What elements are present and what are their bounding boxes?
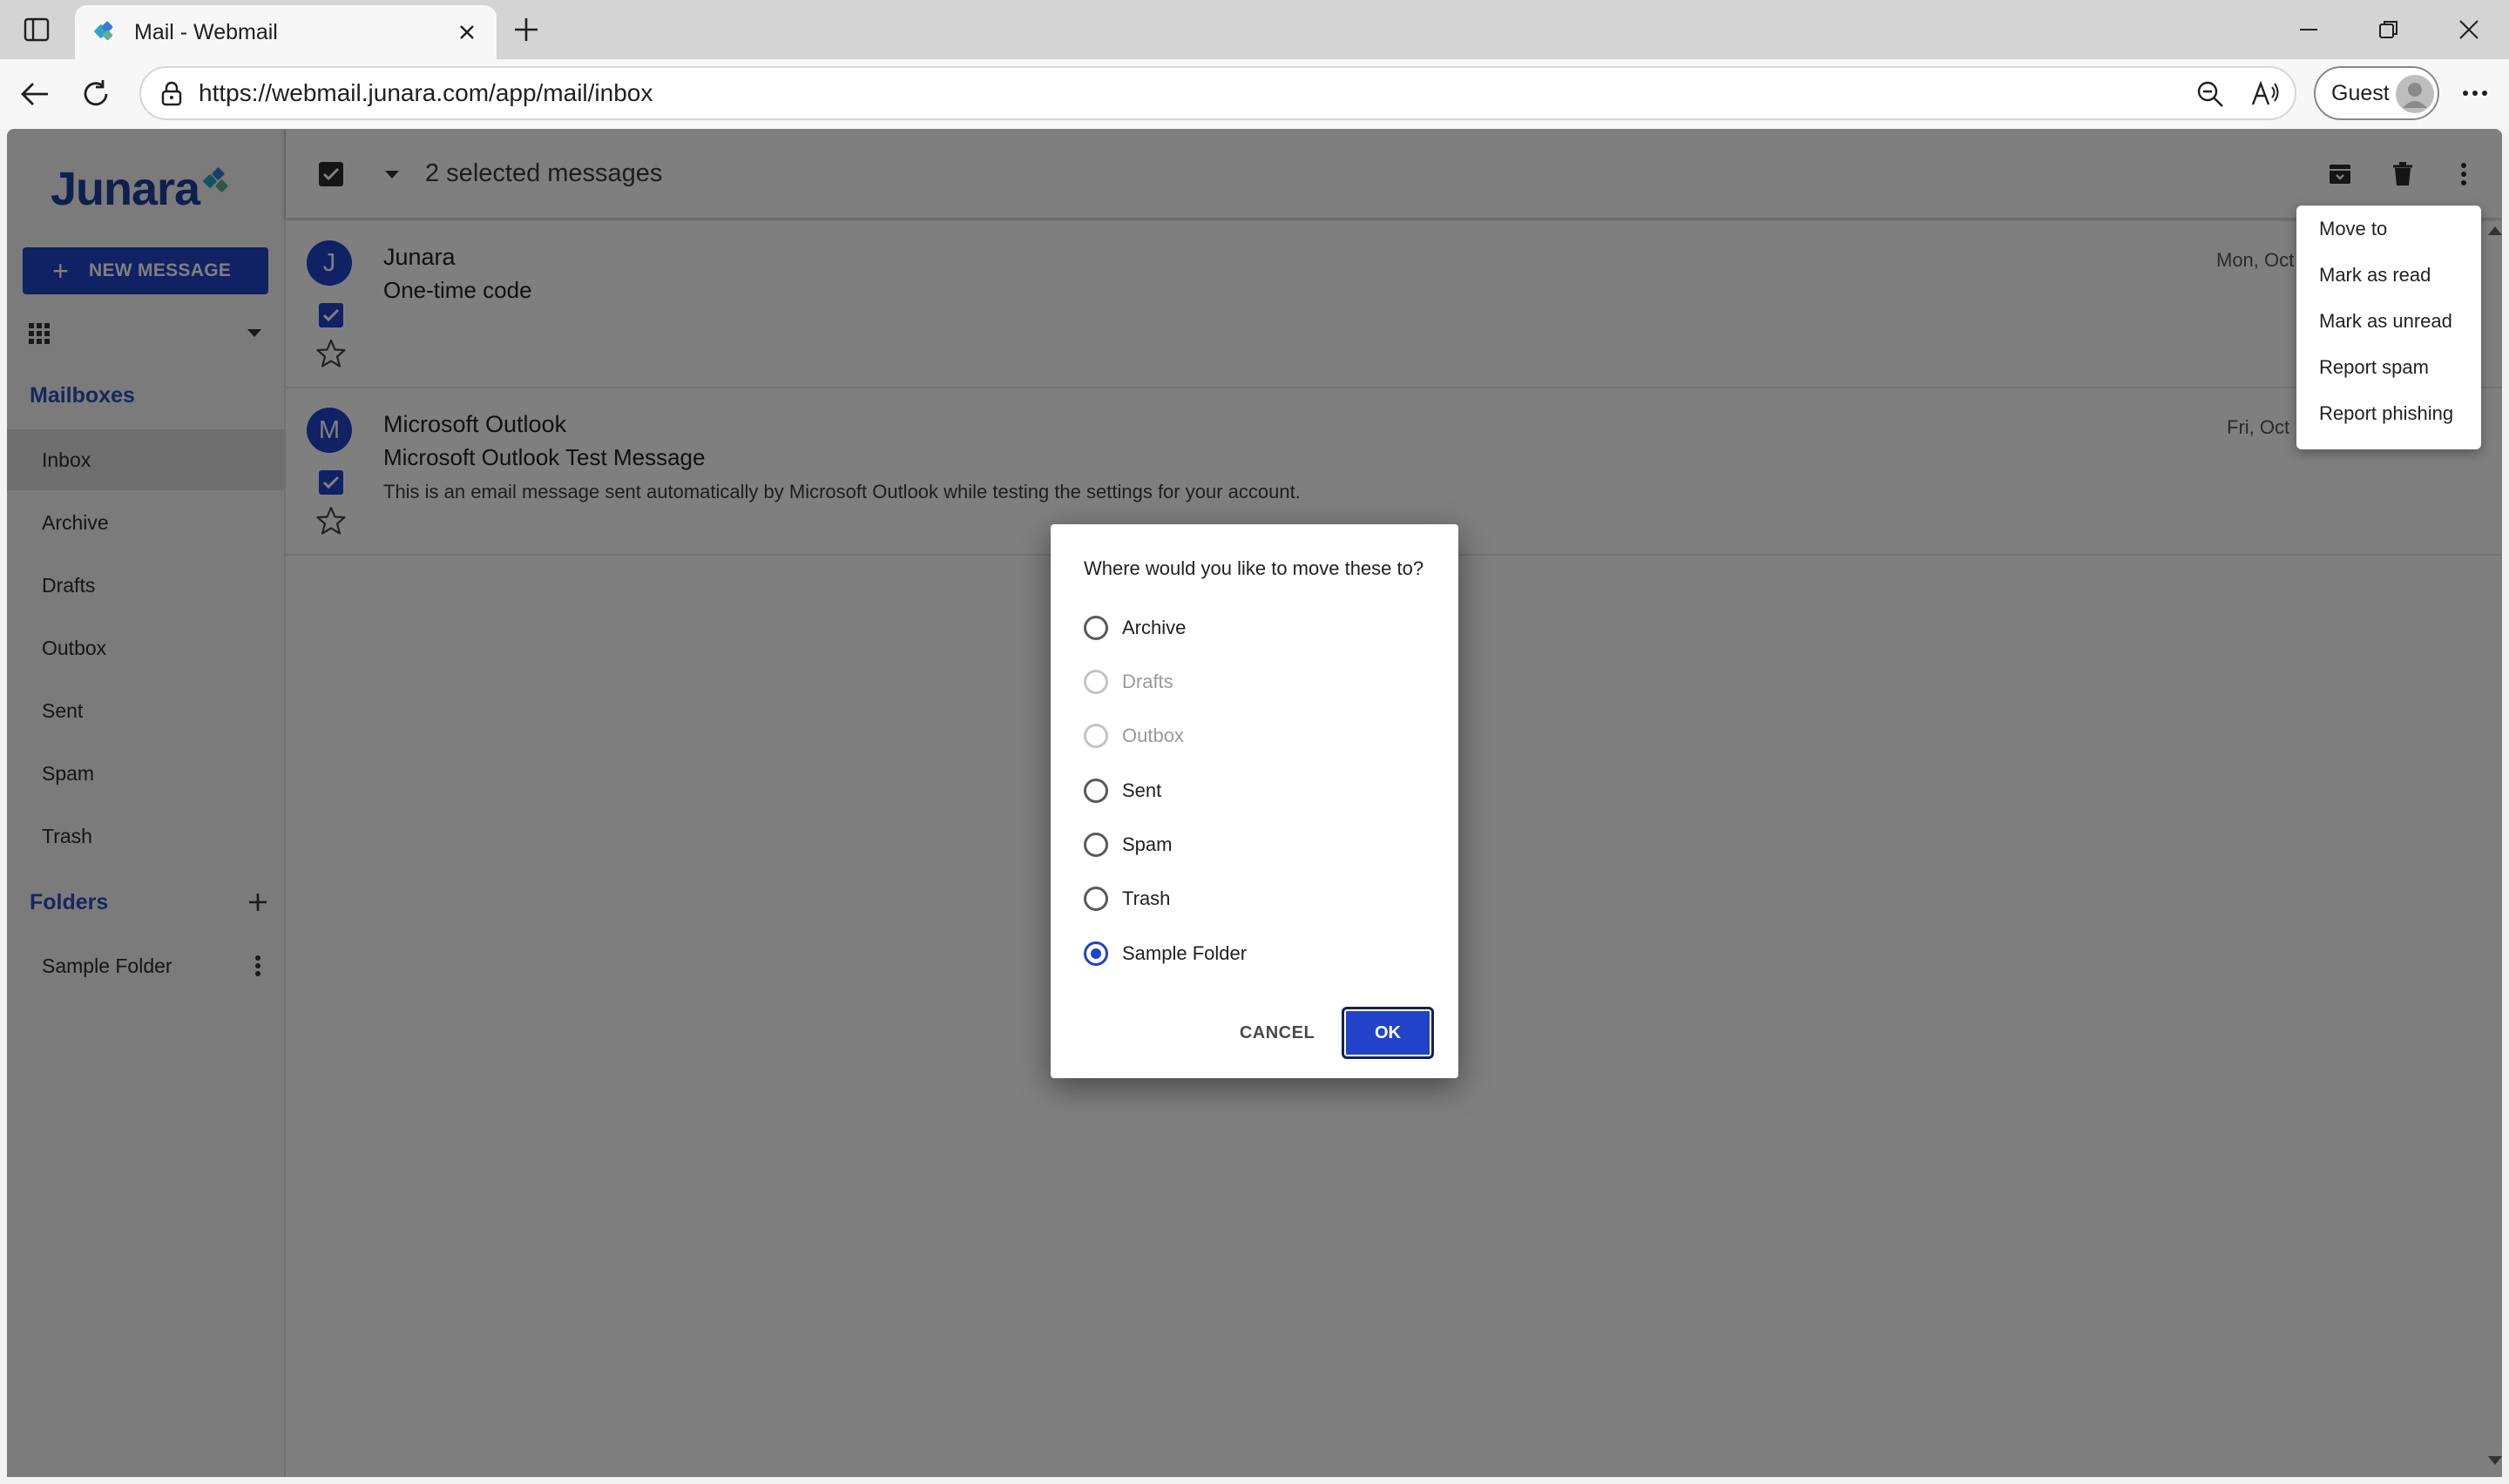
radio-option-sent[interactable]: Sent [1082, 769, 1430, 813]
profile-label: Guest [2331, 81, 2390, 105]
menu-item-label: Move to [2319, 218, 2388, 239]
radio-option-sample-folder[interactable]: Sample Folder [1082, 932, 1430, 975]
radio-circle-icon [1084, 670, 1108, 694]
radio-label: Trash [1122, 887, 1171, 909]
radio-circle-icon [1084, 616, 1108, 640]
address-bar[interactable]: https://webmail.junara.com/app/mail/inbo… [139, 66, 2296, 120]
more-icon [2463, 91, 2487, 96]
browser-tab-bar: Mail - Webmail [0, 0, 2509, 59]
menu-item-label: Report spam [2319, 356, 2429, 378]
zoom-button[interactable] [2194, 78, 2227, 111]
lock-icon [161, 81, 182, 106]
cancel-button[interactable]: CANCEL [1234, 1010, 1321, 1056]
radio-label: Sent [1122, 779, 1162, 801]
minimize-icon [2300, 29, 2317, 30]
radio-label: Sample Folder [1122, 942, 1248, 964]
dialog-prompt: Where would you like to move these to? [1084, 557, 1424, 579]
menu-item-label: Mark as read [2319, 264, 2431, 286]
tab-actions-button[interactable] [19, 12, 54, 47]
radio-label: Spam [1122, 833, 1173, 855]
ok-button[interactable]: OK [1342, 1007, 1434, 1059]
tab-sidebar-icon [24, 17, 50, 42]
more-actions-menu: Move to Mark as read Mark as unread Repo… [2296, 206, 2481, 449]
close-icon [460, 25, 474, 39]
menu-item-label: Report phishing [2319, 402, 2454, 424]
radio-label: Drafts [1122, 671, 1173, 692]
tab-close-button[interactable] [450, 15, 484, 50]
radio-option-trash[interactable]: Trash [1082, 877, 1430, 921]
minimize-button[interactable] [2269, 0, 2349, 59]
radio-option-spam[interactable]: Spam [1082, 823, 1430, 867]
menu-item-mark-as-read[interactable]: Mark as read [2296, 252, 2481, 298]
menu-item-report-spam[interactable]: Report spam [2296, 344, 2481, 390]
new-tab-button[interactable] [507, 10, 545, 49]
radio-label: Archive [1122, 617, 1187, 638]
webmail-page: Junara + NEW MESSAGE Mailboxes Inbox Arc… [7, 129, 2502, 1477]
read-aloud-icon [2251, 80, 2279, 105]
radio-circle-icon [1084, 833, 1108, 857]
reload-icon [84, 80, 108, 106]
radio-option-outbox: Outbox [1082, 714, 1430, 758]
menu-item-move-to[interactable]: Move to [2296, 206, 2481, 252]
user-icon [2403, 83, 2427, 108]
browser-tab-active[interactable]: Mail - Webmail [75, 5, 497, 59]
radio-option-archive[interactable]: Archive [1082, 606, 1430, 650]
profile-avatar [2396, 75, 2434, 113]
radio-circle-icon [1084, 941, 1108, 966]
back-button[interactable] [16, 75, 54, 113]
move-to-dialog: Where would you like to move these to? A… [1051, 524, 1458, 1078]
favicon-icon [94, 21, 113, 41]
zoom-out-icon [2197, 81, 2223, 107]
profile-button[interactable]: Guest [2314, 66, 2439, 120]
restore-button[interactable] [2349, 0, 2429, 59]
radio-circle-icon [1084, 779, 1108, 803]
plus-icon [515, 18, 538, 41]
tab-title: Mail - Webmail [134, 20, 278, 44]
browser-toolbar: https://webmail.junara.com/app/mail/inbo… [0, 59, 2509, 129]
radio-label: Outbox [1122, 725, 1184, 746]
close-window-button[interactable] [2429, 0, 2509, 59]
radio-option-drafts: Drafts [1082, 660, 1430, 704]
browser-menu-button[interactable] [2455, 73, 2495, 113]
menu-item-mark-as-unread[interactable]: Mark as unread [2296, 298, 2481, 344]
reload-button[interactable] [77, 75, 115, 113]
address-url: https://webmail.junara.com/app/mail/inbo… [199, 79, 653, 106]
read-aloud-button[interactable] [2249, 78, 2282, 111]
menu-item-report-phishing[interactable]: Report phishing [2296, 390, 2481, 436]
menu-item-label: Mark as unread [2319, 310, 2452, 332]
back-icon [21, 83, 48, 105]
radio-circle-icon [1084, 724, 1108, 748]
radio-circle-icon [1084, 887, 1108, 911]
restore-icon [2379, 21, 2397, 38]
close-icon [2459, 20, 2479, 39]
